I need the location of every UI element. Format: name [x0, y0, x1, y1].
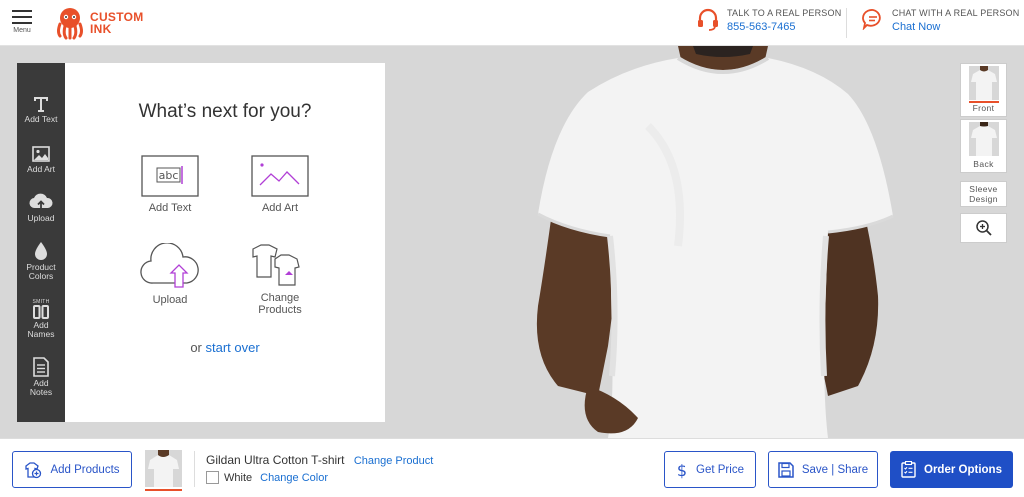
start-over-link[interactable]: start over — [206, 340, 260, 355]
product-color-row: White Change Color — [206, 471, 328, 484]
menu-label: Menu — [13, 27, 31, 34]
start-over-prefix: or — [190, 340, 202, 355]
option-label-line2: Products — [258, 304, 302, 316]
octopus-logo-icon — [57, 8, 83, 40]
phone-text: TALK TO A REAL PERSON 855-563-7465 — [727, 8, 841, 33]
start-over-row: or start over — [65, 340, 385, 355]
checklist-icon — [901, 461, 916, 478]
notes-icon — [33, 357, 49, 377]
tool-upload[interactable]: Upload — [17, 192, 65, 223]
names-icon-text: SMITH — [32, 299, 50, 305]
logo-line2: INK — [90, 22, 112, 36]
option-label: Add Art — [261, 202, 299, 214]
view-label: Back — [973, 159, 994, 169]
option-add-art[interactable]: Add Art — [225, 155, 335, 214]
product-divider — [194, 451, 195, 487]
add-shirt-icon — [25, 461, 42, 478]
view-label-line1: Sleeve — [969, 184, 998, 194]
option-label: Upload — [152, 294, 188, 306]
front-view-thumbnail — [968, 66, 999, 100]
tool-label: Add Text — [24, 114, 58, 124]
chat-label: CHAT WITH A REAL PERSON — [892, 8, 1020, 18]
change-color-link[interactable]: Change Color — [260, 472, 328, 484]
menu-button[interactable]: Menu — [10, 10, 34, 34]
headset-icon — [698, 8, 718, 31]
back-view-thumbnail — [968, 122, 999, 156]
hamburger-icon — [12, 10, 32, 12]
upload-cloud-icon — [140, 242, 199, 288]
zoom-in-icon — [975, 220, 992, 236]
get-price-button[interactable]: $ Get Price — [664, 451, 756, 488]
add-text-icon: abc — [141, 155, 199, 197]
product-thumbnail[interactable] — [145, 450, 182, 487]
tool-label-line2: Notes — [29, 387, 53, 397]
product-preview-tshirt[interactable] — [528, 46, 908, 438]
color-swatch[interactable] — [206, 471, 219, 484]
option-label-line1: Change — [260, 292, 300, 304]
order-options-label: Order Options — [924, 463, 1002, 476]
hamburger-icon-bar — [12, 22, 32, 24]
panel-title: What’s next for you? — [138, 101, 312, 122]
chat-contact[interactable]: CHAT WITH A REAL PERSON Chat Now — [862, 8, 1019, 33]
change-product-link[interactable]: Change Product — [354, 455, 434, 467]
custom-ink-logo[interactable]: CUSTOM INK — [54, 6, 144, 40]
tool-label: Upload — [27, 213, 55, 223]
view-label-line2: Design — [969, 194, 998, 204]
thumbnail-selected-indicator — [145, 489, 182, 491]
design-canvas[interactable]: Add Text Add Art Upload Product Colors S… — [0, 46, 1024, 438]
svg-text:$: $ — [677, 461, 687, 479]
color-name: White — [224, 471, 253, 484]
add-products-button[interactable]: Add Products — [12, 451, 132, 488]
option-upload[interactable]: Upload — [115, 242, 225, 306]
phone-contact[interactable]: TALK TO A REAL PERSON 855-563-7465 — [697, 8, 841, 33]
cloud-upload-icon — [29, 193, 53, 210]
names-icon — [33, 305, 49, 319]
chat-text: CHAT WITH A REAL PERSON Chat Now — [892, 8, 1019, 33]
add-text-icon-text: abc — [159, 169, 179, 182]
view-front-button[interactable]: Front — [960, 63, 1007, 117]
droplet-icon — [35, 242, 47, 260]
tool-label-line2: Names — [27, 329, 55, 339]
add-products-label: Add Products — [50, 463, 120, 476]
option-change-products[interactable]: Change Products — [225, 243, 335, 316]
tool-product-colors[interactable]: Product Colors — [17, 241, 65, 281]
view-sleeve-design-button[interactable]: Sleeve Design — [960, 181, 1007, 207]
save-share-button[interactable]: Save | Share — [768, 451, 878, 488]
dollar-icon: $ — [677, 461, 687, 479]
whats-next-panel: What’s next for you? abc Add Text Add Ar… — [65, 63, 385, 422]
product-info: Gildan Ultra Cotton T-shirt Change Produ… — [206, 453, 433, 467]
tool-label: Add Art — [27, 164, 55, 174]
order-options-button[interactable]: Order Options — [890, 451, 1013, 488]
save-disk-icon — [778, 461, 794, 478]
image-icon — [32, 146, 50, 162]
tool-add-art[interactable]: Add Art — [17, 145, 65, 174]
tool-sidebar: Add Text Add Art Upload Product Colors S… — [17, 63, 65, 422]
phone-number-link[interactable]: 855-563-7465 — [727, 21, 841, 33]
zoom-button[interactable] — [960, 213, 1007, 243]
view-back-button[interactable]: Back — [960, 119, 1007, 173]
bottom-bar: Add Products Gildan Ultra Cotton T-shirt… — [0, 438, 1024, 497]
text-icon — [34, 97, 48, 112]
option-label: Add Text — [148, 202, 192, 214]
change-products-icon — [252, 244, 300, 286]
phone-label: TALK TO A REAL PERSON — [727, 8, 842, 18]
view-label: Front — [972, 103, 995, 113]
tool-add-text[interactable]: Add Text — [17, 95, 65, 124]
chat-bubble-icon — [862, 9, 881, 30]
header-divider — [846, 8, 847, 38]
hamburger-icon-bar — [12, 16, 32, 18]
tool-add-names[interactable]: SMITH Add Names — [17, 299, 65, 339]
option-add-text[interactable]: abc Add Text — [115, 155, 225, 214]
site-header: Menu CUSTOM INK TALK TO A REAL PERSON 85… — [0, 0, 1024, 46]
get-price-label: Get Price — [696, 463, 744, 476]
chat-now-link[interactable]: Chat Now — [892, 21, 1019, 33]
product-name: Gildan Ultra Cotton T-shirt — [206, 453, 345, 467]
save-share-label: Save | Share — [801, 463, 869, 476]
logo-text: CUSTOM INK — [90, 11, 144, 35]
tool-add-notes[interactable]: Add Notes — [17, 357, 65, 397]
add-art-icon — [251, 155, 309, 197]
tshirt-thumbnail-image — [145, 450, 182, 487]
tool-label-line2: Colors — [28, 271, 54, 281]
